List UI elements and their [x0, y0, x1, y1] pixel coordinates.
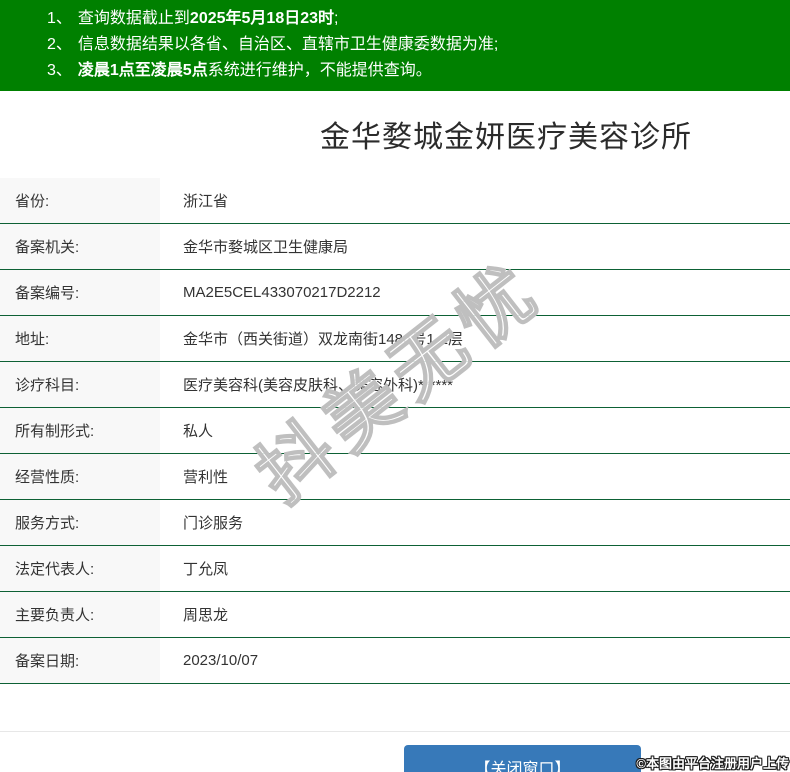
field-value: 门诊服务	[160, 500, 790, 545]
field-value: 医疗美容科(美容皮肤科、美容外科)******	[160, 362, 790, 407]
table-row: 所有制形式: 私人	[0, 408, 790, 454]
notice-text: 信息数据结果以各省、自治区、直辖市卫生健康委数据为准;	[77, 36, 499, 53]
table-row: 地址: 金华市（西关街道）双龙南街1486号1-2层	[0, 316, 790, 362]
field-value: 营利性	[160, 454, 790, 499]
field-label: 服务方式:	[0, 500, 160, 545]
field-value: 金华市婺城区卫生健康局	[160, 224, 790, 269]
copyright-note: ©本图由平台注册用户上传	[636, 756, 789, 771]
field-value: 周思龙	[160, 592, 790, 637]
notice-text: ;	[334, 10, 339, 27]
field-label: 法定代表人:	[0, 546, 160, 591]
field-label: 备案机关:	[0, 224, 160, 269]
field-value: MA2E5CEL433070217D2212	[160, 270, 790, 315]
field-value: 浙江省	[160, 178, 790, 223]
notice-text: 系统进行维护，不能提供查询。	[207, 62, 432, 79]
table-row: 经营性质: 营利性	[0, 454, 790, 500]
field-label: 备案日期:	[0, 638, 160, 683]
notice-text-bold: 2025年5月18日23时	[189, 10, 335, 27]
notice-bar: 1、 查询数据截止到2025年5月18日23时; 2、 信息数据结果以各省、自治区、…	[0, 0, 790, 91]
field-label: 主要负责人:	[0, 592, 160, 637]
table-row: 备案编号: MA2E5CEL433070217D2212	[0, 270, 790, 316]
notice-text-bold: 凌晨1点至凌晨5点	[77, 62, 208, 79]
query-result-page: { "colors": { "header_green": "#008000",…	[0, 0, 790, 772]
table-row: 省份: 浙江省	[0, 178, 790, 224]
table-row: 诊疗科目: 医疗美容科(美容皮肤科、美容外科)******	[0, 362, 790, 408]
clinic-title: 金华婺城金妍医疗美容诊所	[320, 121, 692, 154]
notice-line-1: 1、 查询数据截止到2025年5月18日23时;	[47, 6, 790, 32]
field-label: 备案编号:	[0, 270, 160, 315]
field-label: 诊疗科目:	[0, 362, 160, 407]
field-value: 金华市（西关街道）双龙南街1486号1-2层	[160, 316, 790, 361]
field-label: 所有制形式:	[0, 408, 160, 453]
field-label: 经营性质:	[0, 454, 160, 499]
table-row: 法定代表人: 丁允凤	[0, 546, 790, 592]
table-row: 备案机关: 金华市婺城区卫生健康局	[0, 224, 790, 270]
field-value: 丁允凤	[160, 546, 790, 591]
field-label: 省份:	[0, 178, 160, 223]
close-window-button[interactable]: 【关闭窗口】	[404, 745, 641, 772]
footer-divider	[0, 731, 790, 732]
field-value: 2023/10/07	[160, 638, 790, 683]
table-row: 主要负责人: 周思龙	[0, 592, 790, 638]
field-label: 地址:	[0, 316, 160, 361]
table-row: 备案日期: 2023/10/07	[0, 638, 790, 684]
notice-line-3: 3、 凌晨1点至凌晨5点系统进行维护，不能提供查询。	[47, 58, 790, 84]
table-row: 服务方式: 门诊服务	[0, 500, 790, 546]
notice-number: 1、	[47, 10, 72, 27]
notice-number: 3、	[47, 62, 72, 79]
record-table: 省份: 浙江省 备案机关: 金华市婺城区卫生健康局 备案编号: MA2E5CEL43307…	[0, 178, 790, 684]
field-value: 私人	[160, 408, 790, 453]
notice-number: 2、	[47, 36, 72, 53]
notice-text: 查询数据截止到	[77, 10, 190, 27]
notice-line-2: 2、 信息数据结果以各省、自治区、直辖市卫生健康委数据为准;	[47, 32, 790, 58]
